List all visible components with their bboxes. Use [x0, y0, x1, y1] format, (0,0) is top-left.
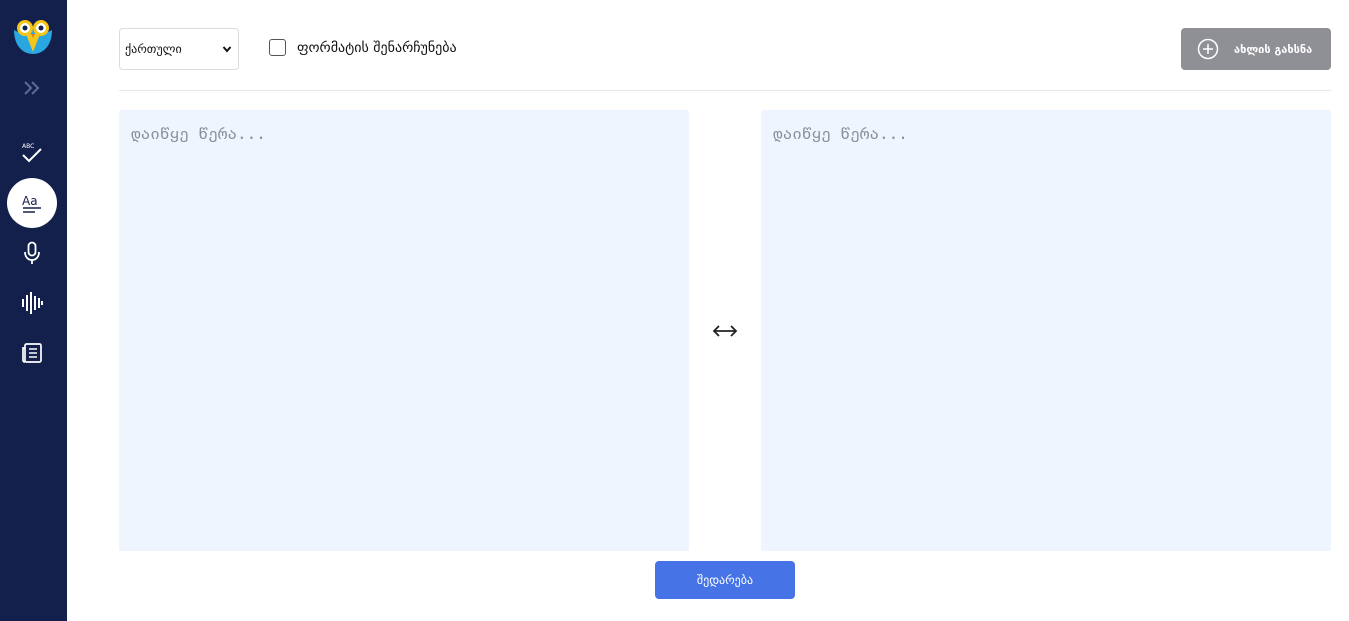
spellcheck-icon: ABC [22, 143, 42, 163]
open-new-button[interactable]: ახლის გახსნა [1181, 28, 1331, 70]
sidebar: ABC Aa [0, 0, 67, 621]
newspaper-icon [22, 343, 42, 363]
sidebar-item-audio[interactable] [7, 278, 57, 328]
keep-format-toggle[interactable]: ფორმატის შენარჩუნება [269, 39, 457, 56]
swap-arrows-icon[interactable] [712, 320, 738, 342]
toolbar-divider [119, 90, 1331, 91]
microphone-icon [24, 241, 40, 264]
open-new-label: ახლის გახსნა [1234, 42, 1313, 56]
svg-text:Aa: Aa [22, 194, 38, 208]
keep-format-checkbox[interactable] [269, 39, 286, 56]
double-chevron-right-icon[interactable] [7, 63, 57, 113]
main-content: ქართული ფორმატის შენარჩუნება ახლის გახსნ… [67, 0, 1349, 621]
sidebar-item-spellcheck[interactable]: ABC [7, 128, 57, 178]
plus-circle-icon [1197, 38, 1219, 60]
compare-button[interactable]: შედარება [655, 561, 795, 599]
sidebar-item-text-compare[interactable]: Aa [7, 178, 57, 228]
chevron-down-icon [222, 46, 232, 53]
right-text-input[interactable] [761, 110, 1331, 551]
keep-format-label: ფორმატის შენარჩუნება [297, 39, 457, 56]
left-text-input[interactable] [119, 110, 689, 551]
language-select[interactable]: ქართული [119, 28, 239, 70]
text-format-icon: Aa [22, 194, 41, 213]
owl-logo-icon[interactable] [11, 14, 55, 58]
sidebar-item-articles[interactable] [7, 328, 57, 378]
language-select-value: ქართული [125, 42, 182, 56]
app-root: ABC Aa ქართული ფორმატის შენარჩუნება ახლი… [0, 0, 1349, 621]
soundwave-icon [22, 292, 43, 314]
svg-text:ABC: ABC [22, 143, 34, 150]
sidebar-item-speech-to-text[interactable] [7, 228, 57, 278]
